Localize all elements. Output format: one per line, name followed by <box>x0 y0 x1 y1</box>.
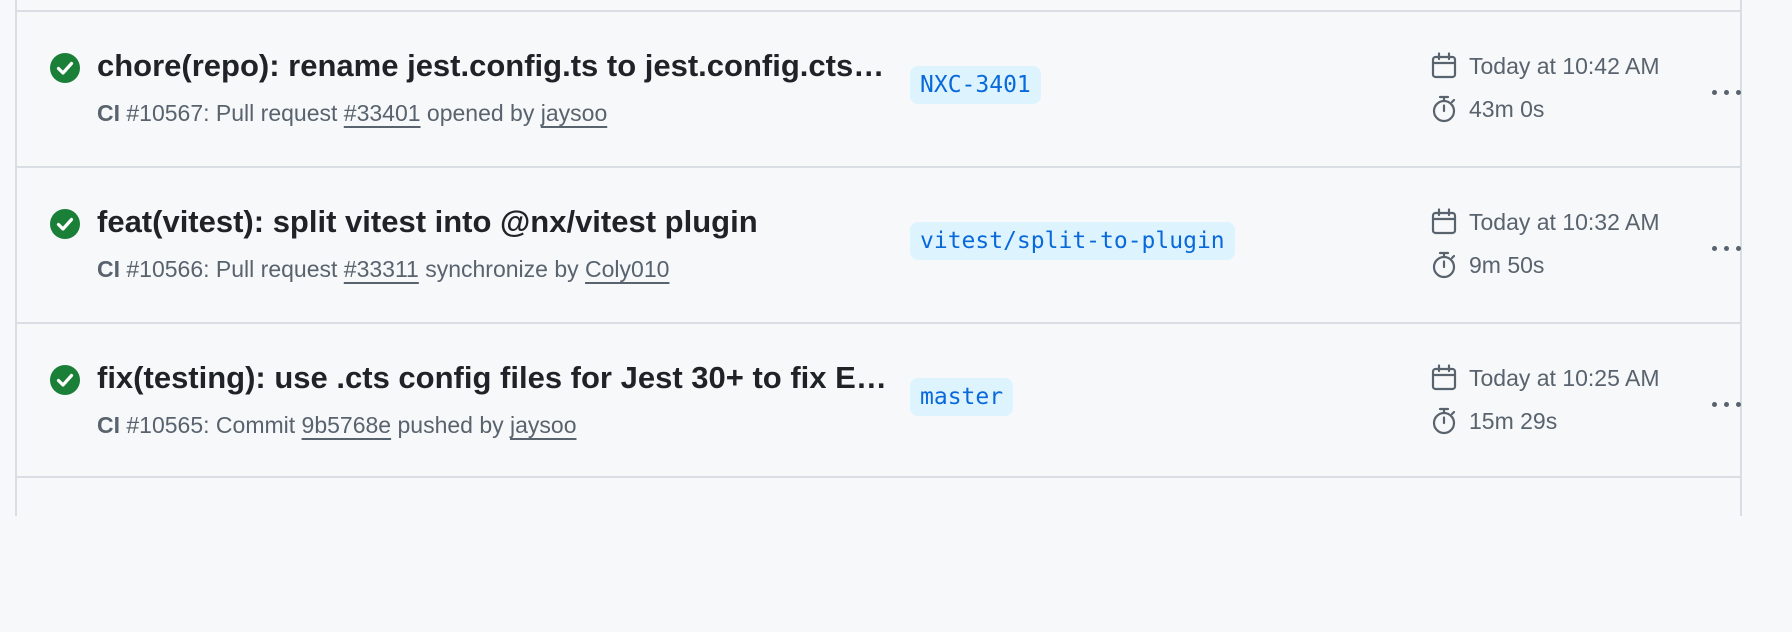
workflow-name: CI <box>97 256 120 282</box>
run-title-link[interactable]: chore(repo): rename jest.config.ts to je… <box>97 46 887 86</box>
run-date: Today at 10:25 AM <box>1429 361 1660 395</box>
workflow-run-row[interactable]: fix(testing): use .cts config files for … <box>17 322 1741 478</box>
duration-text: 43m 0s <box>1469 95 1545 122</box>
ref-link[interactable]: #33311 <box>344 256 419 282</box>
stopwatch-icon <box>1432 251 1456 279</box>
run-date: Today at 10:32 AM <box>1429 205 1660 239</box>
stopwatch-icon <box>1432 407 1456 435</box>
workflow-runs-list: chore(repo): rename jest.config.ts to je… <box>15 0 1742 516</box>
workflow-run-row[interactable]: chore(repo): rename jest.config.ts to je… <box>17 10 1741 166</box>
kebab-horizontal-icon <box>1711 401 1717 407</box>
ref-link[interactable]: 9b5768e <box>302 412 392 438</box>
event-suffix: pushed by <box>397 412 504 438</box>
workflow-run-row[interactable]: feat(vitest): split vitest into @nx/vite… <box>17 166 1741 322</box>
branch-label[interactable]: master <box>910 378 1014 416</box>
calendar-icon <box>1431 208 1457 235</box>
actor-link[interactable]: Coly010 <box>585 256 669 282</box>
run-duration: 9m 50s <box>1429 248 1544 282</box>
workflow-name: CI <box>97 412 120 438</box>
date-text: Today at 10:32 AM <box>1469 208 1660 235</box>
more-options-button[interactable] <box>1703 74 1749 110</box>
check-circle-fill-icon <box>50 365 80 395</box>
more-options-button[interactable] <box>1703 230 1749 266</box>
check-circle-fill-icon <box>50 53 80 83</box>
event-suffix: opened by <box>426 100 535 126</box>
workflow-name: CI <box>97 100 120 126</box>
calendar-icon <box>1431 364 1457 391</box>
actor-link[interactable]: jaysoo <box>541 100 607 126</box>
kebab-horizontal-icon <box>1711 89 1717 95</box>
more-options-button[interactable] <box>1703 386 1749 422</box>
run-title-link[interactable]: fix(testing): use .cts config files for … <box>97 358 887 398</box>
run-subtitle: CI #10565: Commit 9b5768e pushed by jays… <box>97 410 577 440</box>
run-subtitle: CI #10566: Pull request #33311 synchroni… <box>97 254 669 284</box>
event-prefix: Commit <box>215 412 296 438</box>
stopwatch-icon <box>1432 95 1456 123</box>
next-row-edge <box>17 476 1740 632</box>
run-subtitle: CI #10567: Pull request #33401 opened by… <box>97 98 607 128</box>
calendar-icon <box>1431 52 1457 79</box>
actor-link[interactable]: jaysoo <box>510 412 576 438</box>
duration-text: 9m 50s <box>1469 251 1545 278</box>
duration-text: 15m 29s <box>1469 407 1558 434</box>
event-prefix: Pull request <box>215 100 338 126</box>
event-suffix: synchronize by <box>425 256 579 282</box>
run-number: #10567: <box>126 100 210 126</box>
run-number: #10565: <box>126 412 210 438</box>
date-text: Today at 10:42 AM <box>1469 52 1660 79</box>
date-text: Today at 10:25 AM <box>1469 364 1660 391</box>
run-duration: 15m 29s <box>1429 404 1557 438</box>
branch-label[interactable]: NXC-3401 <box>910 66 1041 104</box>
run-date: Today at 10:42 AM <box>1429 49 1660 83</box>
ref-link[interactable]: #33401 <box>344 100 421 126</box>
run-title-link[interactable]: feat(vitest): split vitest into @nx/vite… <box>97 202 887 242</box>
check-circle-fill-icon <box>50 209 80 239</box>
run-duration: 43m 0s <box>1429 92 1544 126</box>
event-prefix: Pull request <box>215 256 338 282</box>
kebab-horizontal-icon <box>1711 245 1717 251</box>
run-number: #10566: <box>126 256 210 282</box>
branch-label[interactable]: vitest/split-to-plugin <box>910 222 1235 260</box>
